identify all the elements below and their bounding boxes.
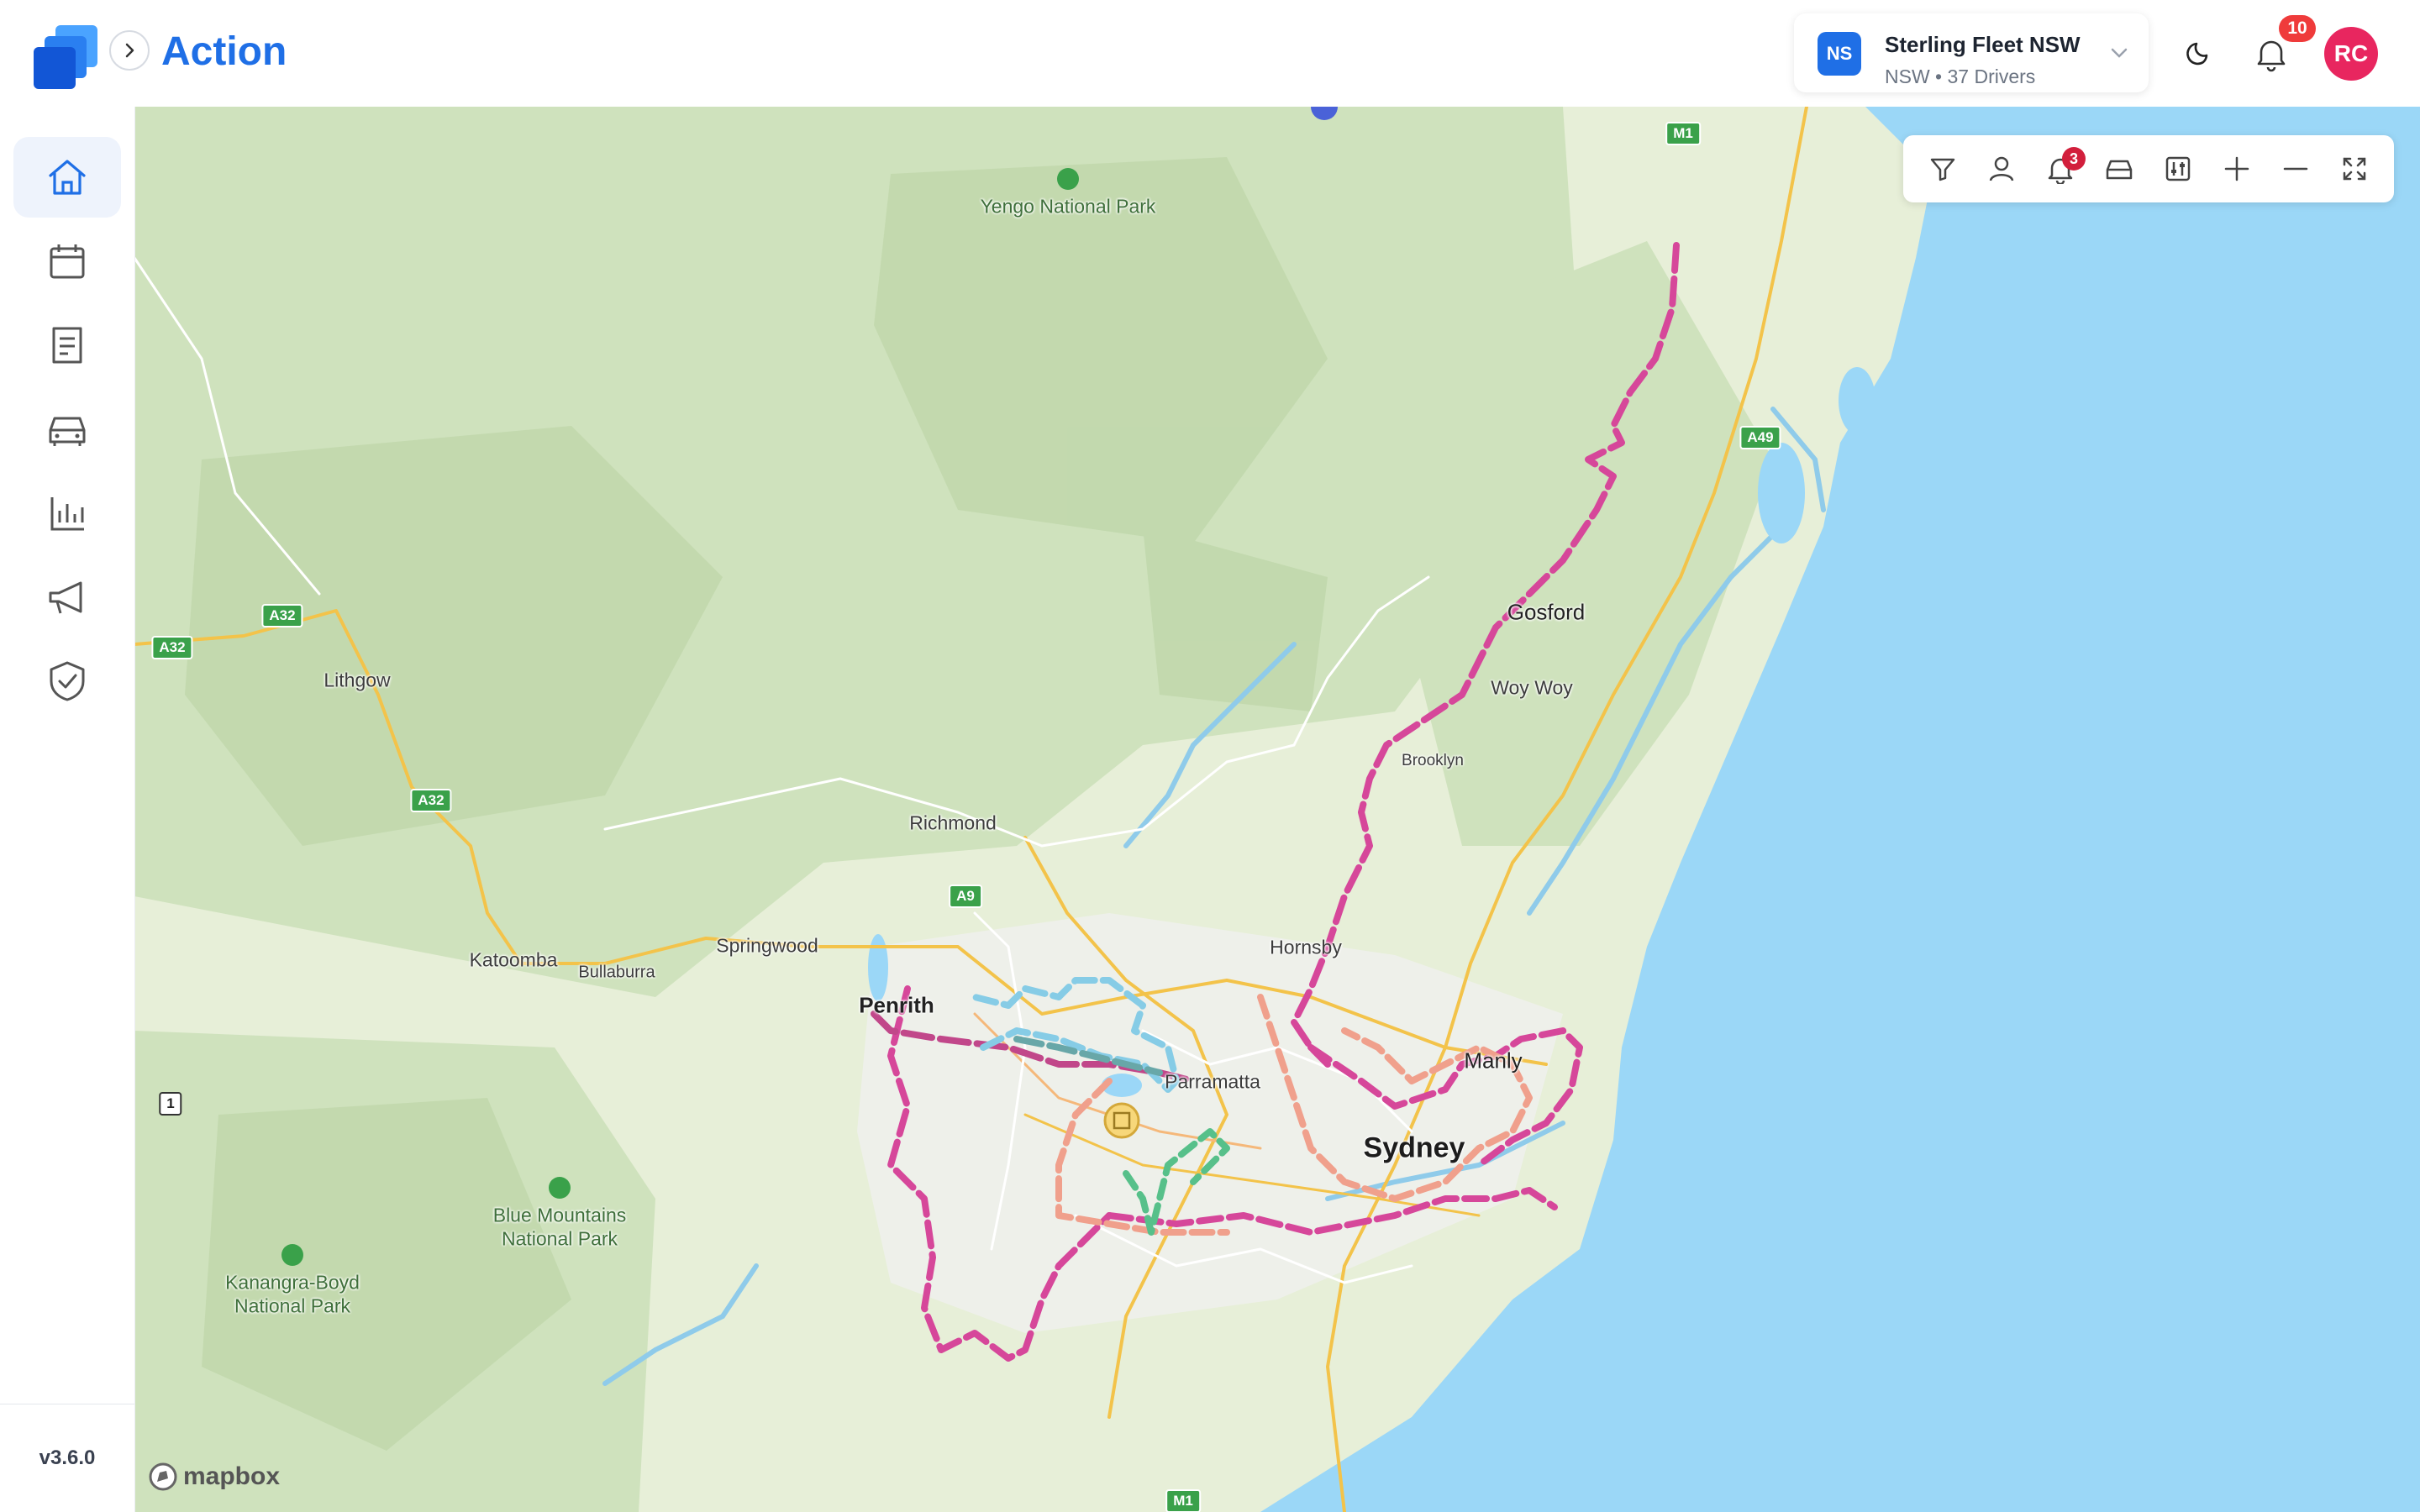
notifications-button[interactable]: [2254, 35, 2288, 76]
fleet-selector[interactable]: NS Sterling Fleet NSW NSW • 37 Drivers: [1794, 13, 2149, 92]
map-canvas[interactable]: [134, 107, 2420, 1512]
moon-icon: [2186, 42, 2208, 66]
fleet-subtitle: NSW • 37 Drivers: [1885, 66, 2036, 87]
fleet-map[interactable]: Sydney Penrith Parramatta Manly Gosford …: [134, 107, 2420, 1512]
depot-marker[interactable]: [1103, 1102, 1140, 1139]
map-toolbar: 3: [1903, 135, 2394, 202]
page-title: Action: [161, 29, 287, 74]
shield-check-icon: [50, 661, 85, 701]
theme-toggle-button[interactable]: [2181, 37, 2215, 75]
road-shield-a32-west: A32: [151, 636, 193, 659]
place-label-yengo: Yengo National Park: [980, 195, 1156, 218]
place-label-brooklyn: Brooklyn: [1402, 752, 1464, 769]
sidebar-item-vehicles[interactable]: [13, 389, 121, 470]
mapbox-attribution-text: mapbox: [183, 1462, 281, 1490]
calendar-icon: [50, 244, 85, 279]
chevron-right-icon: [125, 43, 134, 58]
urban-area: [857, 913, 1563, 1333]
map-settings-button[interactable]: [2154, 145, 2202, 192]
sidebar-item-reports[interactable]: [13, 473, 121, 554]
place-label-parramatta: Parramatta: [1165, 1070, 1260, 1093]
place-label-kanangra-np: National Park: [234, 1294, 351, 1317]
drivers-button[interactable]: [1978, 145, 2025, 192]
home-icon: [49, 160, 86, 195]
road-shield-a32: A32: [261, 604, 303, 627]
mapbox-logo-icon: [149, 1462, 177, 1491]
road-shield-a32-south: A32: [410, 789, 452, 812]
fullscreen-button[interactable]: [2331, 145, 2378, 192]
sidebar-item-compliance[interactable]: [13, 641, 121, 722]
place-label-woy-woy: Woy Woy: [1491, 676, 1573, 699]
vehicle-icon: [2106, 160, 2133, 180]
place-label-hornsby: Hornsby: [1270, 936, 1342, 958]
fleet-badge: NS: [1818, 32, 1861, 76]
place-label-bullaburra: Bullaburra: [578, 963, 655, 982]
place-label-springwood: Springwood: [716, 934, 818, 957]
sidebar-item-calendar[interactable]: [13, 221, 121, 302]
sidebar-item-announcements[interactable]: [13, 557, 121, 638]
notifications-count-badge: 10: [2279, 15, 2316, 42]
user-avatar[interactable]: RC: [2324, 27, 2378, 81]
place-label-kanangra: Kanangra-Boyd: [225, 1271, 360, 1294]
place-label-manly: Manly: [1464, 1047, 1523, 1074]
sidebar-item-documents[interactable]: [13, 305, 121, 386]
place-label-katoomba: Katoomba: [469, 948, 558, 971]
bell-icon: [2257, 40, 2286, 72]
sidebar: v3.6.0: [0, 107, 135, 1512]
app-logo[interactable]: [30, 22, 104, 94]
road-shield-hwy1: 1: [159, 1092, 182, 1116]
zoom-out-icon: [2283, 167, 2308, 171]
bar-chart-icon: [50, 497, 84, 531]
place-label-blue-mountains: Blue Mountains: [492, 1204, 627, 1226]
alerts-count-badge: 3: [2062, 147, 2086, 171]
document-icon: [52, 327, 82, 364]
top-bar: Action NS Sterling Fleet NSW NSW • 37 Dr…: [0, 0, 2420, 107]
app-version: v3.6.0: [39, 1446, 96, 1469]
sidebar-item-home[interactable]: [13, 137, 121, 218]
place-label-blue-mountains-np: National Park: [501, 1227, 618, 1250]
fullscreen-icon: [2343, 157, 2366, 181]
zoom-out-button[interactable]: [2272, 145, 2319, 192]
zoom-in-button[interactable]: [2213, 145, 2260, 192]
settings-icon: [2165, 156, 2191, 181]
place-label-gosford: Gosford: [1507, 599, 1586, 625]
zoom-in-icon: [2224, 156, 2249, 181]
vehicles-button[interactable]: [2096, 145, 2143, 192]
road-shield-a9: A9: [949, 885, 982, 908]
sidebar-expand-button[interactable]: [109, 30, 150, 71]
place-label-lithgow: Lithgow: [324, 669, 391, 691]
place-label-richmond: Richmond: [909, 811, 997, 834]
mapbox-attribution[interactable]: mapbox: [148, 1462, 280, 1492]
place-label-penrith: Penrith: [859, 992, 934, 1018]
car-icon: [49, 417, 86, 446]
place-label-sydney: Sydney: [1363, 1131, 1465, 1164]
road-shield-a49: A49: [1739, 426, 1781, 449]
alerts-button[interactable]: 3: [2037, 145, 2086, 192]
filter-icon: [1930, 158, 1955, 181]
road-shield-m1-south: M1: [1165, 1489, 1201, 1512]
driver-icon: [1989, 156, 2014, 181]
fleet-name: Sterling Fleet NSW: [1885, 32, 2081, 57]
chevron-down-icon: [2111, 48, 2128, 58]
megaphone-icon: [49, 581, 82, 614]
filter-button[interactable]: [1919, 145, 1966, 192]
road-shield-m1: M1: [1665, 122, 1701, 145]
